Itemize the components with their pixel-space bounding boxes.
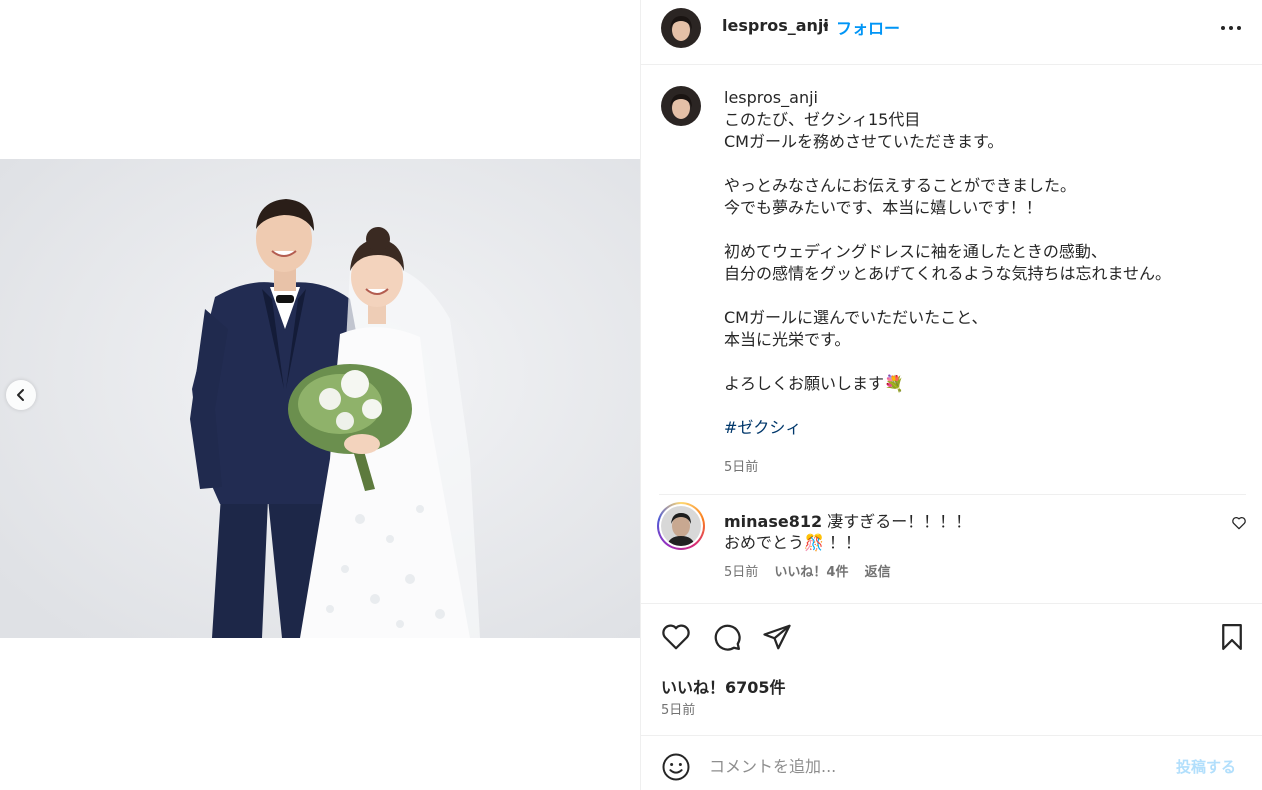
carousel-prev-button[interactable] [6, 380, 36, 410]
hashtag-link[interactable]: #ゼクシィ [724, 417, 1244, 439]
post-photo[interactable] [0, 159, 640, 638]
save-button[interactable] [1217, 622, 1247, 652]
more-options-button[interactable] [1219, 18, 1243, 38]
wedding-photo-illustration [0, 159, 640, 638]
post-media-area [0, 0, 640, 790]
header-separator: • [821, 16, 831, 35]
comment-like-button[interactable] [1231, 516, 1247, 530]
commenter-avatar-image [661, 506, 701, 546]
caption-line: このたび、ゼクシィ15代目 [724, 110, 921, 129]
heart-icon [662, 624, 690, 650]
bookmark-icon [1222, 624, 1242, 650]
post-comment-button[interactable]: 投稿する [1176, 756, 1236, 777]
heart-icon [1232, 516, 1246, 530]
share-button[interactable] [762, 622, 792, 652]
caption-line: CMガールに選んでいただいたこと、 [724, 308, 988, 327]
commenter-avatar[interactable] [657, 502, 705, 550]
send-icon [763, 624, 791, 650]
caption-divider [659, 494, 1246, 495]
comment-likes[interactable]: いいね！4件 [774, 565, 848, 580]
caption-author-avatar[interactable] [661, 86, 701, 126]
caption-line: 今でも夢みたいです、本当に嬉しいです！！ [724, 198, 1042, 217]
comment-meta: 5日前 いいね！4件 返信 [724, 561, 903, 580]
emoji-button[interactable] [661, 752, 691, 782]
comment-reply-button[interactable]: 返信 [865, 565, 891, 580]
author-username[interactable]: lespros_anji [722, 16, 829, 35]
caption-line: やっとみなさんにお伝えすることができました。 [724, 176, 1077, 195]
comment-text-2: おめでとう🎊 ！！ [724, 533, 862, 552]
more-horizontal-icon [1221, 26, 1241, 30]
caption-line: よろしくお願いします💐 [724, 374, 904, 393]
post-header: lespros_anji • フォロー [641, 0, 1262, 65]
commenter-photo [661, 506, 701, 546]
author-avatar-image [661, 8, 701, 48]
post-side-panel: lespros_anji • フォロー lespros_anji このたび、ゼク… [640, 0, 1262, 790]
caption-avatar-image [661, 86, 701, 126]
caption-username[interactable]: lespros_anji [724, 88, 818, 107]
comment-input[interactable] [709, 753, 1149, 779]
comment-icon [714, 624, 741, 651]
commenter-avatar-border [659, 504, 703, 548]
chevron-left-icon [17, 389, 24, 401]
post-timestamp[interactable]: 5日前 [661, 699, 695, 718]
actions-divider [641, 603, 1262, 604]
comment-timestamp[interactable]: 5日前 [724, 565, 758, 580]
like-button[interactable] [661, 622, 691, 652]
caption-line: 自分の感情をグッとあげてくれるような気持ちは忘れません。 [724, 264, 1172, 283]
emoji-icon [662, 753, 690, 781]
caption-line: 本当に光栄です。 [724, 330, 851, 349]
caption-line: CMガールを務めさせていただきます。 [724, 132, 1004, 151]
caption-timestamp[interactable]: 5日前 [724, 456, 758, 475]
follow-button[interactable]: フォロー [836, 15, 900, 39]
comment-button[interactable] [712, 622, 742, 652]
like-count[interactable]: いいね！6705件 [661, 674, 786, 698]
caption-text: このたび、ゼクシィ15代目 CMガールを務めさせていただきます。 やっとみなさん… [724, 109, 1244, 439]
comment-composer: 投稿する [641, 735, 1262, 790]
caption-line: 初めてウェディングドレスに袖を通したときの感動、 [724, 242, 1107, 261]
author-avatar[interactable] [661, 8, 701, 48]
post-dialog: lespros_anji • フォロー lespros_anji このたび、ゼク… [0, 0, 1262, 790]
